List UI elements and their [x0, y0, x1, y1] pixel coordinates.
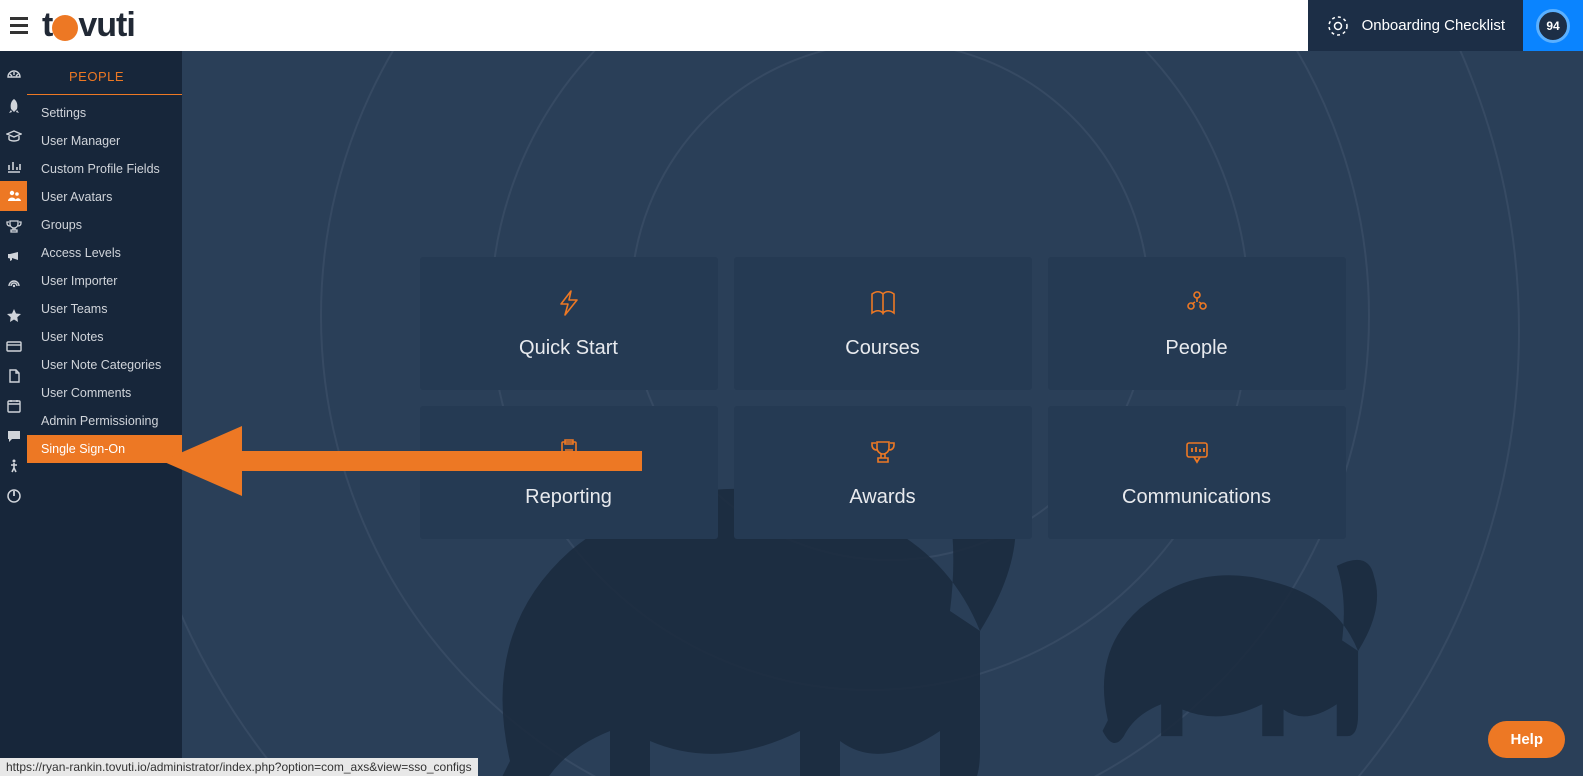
score-button[interactable]: 94 [1523, 0, 1583, 51]
sidebar: PEOPLE Settings User Manager Custom Profil… [27, 51, 182, 776]
topbar: t vuti Onboarding Checklist 94 [0, 0, 1583, 51]
card-label: Reporting [525, 486, 612, 509]
sidebar-item-label: User Teams [41, 302, 107, 316]
gear-outline-icon [1326, 14, 1350, 38]
card-people[interactable]: People [1048, 257, 1346, 390]
main-area: PEOPLE Settings User Manager Custom Profil… [0, 51, 1583, 776]
sidebar-item-user-notes[interactable]: User Notes [27, 323, 182, 351]
sidebar-item-label: User Comments [41, 386, 131, 400]
sidebar-item-label: User Avatars [41, 190, 112, 204]
logo-text-right: vuti [78, 6, 134, 45]
megaphone-icon[interactable] [0, 241, 27, 271]
calendar-icon[interactable] [0, 391, 27, 421]
sidebar-item-user-note-categories[interactable]: User Note Categories [27, 351, 182, 379]
sidebar-item-user-importer[interactable]: User Importer [27, 267, 182, 295]
sidebar-item-label: User Note Categories [41, 358, 161, 372]
menu-toggle-icon[interactable] [10, 13, 36, 39]
dashboard-icon[interactable] [0, 61, 27, 91]
sidebar-item-user-manager[interactable]: User Manager [27, 127, 182, 155]
sidebar-item-label: Settings [41, 106, 86, 120]
accessibility-icon[interactable] [0, 451, 27, 481]
card-label: Communications [1122, 486, 1271, 509]
sidebar-item-custom-profile-fields[interactable]: Custom Profile Fields [27, 155, 182, 183]
score-value: 94 [1536, 9, 1570, 43]
sidebar-item-admin-permissioning[interactable]: Admin Permissioning [27, 407, 182, 435]
star-icon[interactable] [0, 301, 27, 331]
content: Quick Start Courses People Reporting Awards C… [182, 51, 1583, 776]
onboarding-checklist-button[interactable]: Onboarding Checklist [1308, 0, 1523, 51]
sidebar-item-label: User Importer [41, 274, 117, 288]
logo[interactable]: t vuti [42, 6, 135, 45]
power-icon[interactable] [0, 481, 27, 511]
book-icon [868, 288, 898, 323]
chat-icon [1182, 437, 1212, 472]
file-icon[interactable] [0, 361, 27, 391]
card-icon[interactable] [0, 331, 27, 361]
chat-icon[interactable] [0, 421, 27, 451]
graduation-icon[interactable] [0, 121, 27, 151]
icon-rail [0, 51, 27, 776]
sidebar-title: PEOPLE [27, 61, 182, 95]
logo-globe-icon [52, 15, 78, 41]
status-bar-url: https://ryan-rankin.tovuti.io/administra… [0, 758, 478, 776]
sidebar-item-user-avatars[interactable]: User Avatars [27, 183, 182, 211]
card-quick-start[interactable]: Quick Start [420, 257, 718, 390]
people-icon[interactable] [0, 181, 27, 211]
sidebar-item-label: User Notes [41, 330, 104, 344]
sidebar-item-user-teams[interactable]: User Teams [27, 295, 182, 323]
sidebar-item-label: Single Sign-On [41, 442, 125, 456]
sidebar-item-single-sign-on[interactable]: Single Sign-On [27, 435, 182, 463]
sidebar-item-user-comments[interactable]: User Comments [27, 379, 182, 407]
sidebar-item-settings[interactable]: Settings [27, 99, 182, 127]
sidebar-item-label: Admin Permissioning [41, 414, 158, 428]
clipboard-icon [554, 437, 584, 472]
trophy-icon [868, 437, 898, 472]
people-icon [1182, 288, 1212, 323]
sidebar-item-label: Access Levels [41, 246, 121, 260]
logo-text-left: t [42, 6, 52, 45]
card-reporting[interactable]: Reporting [420, 406, 718, 539]
bolt-icon [554, 288, 584, 323]
chart-icon[interactable] [0, 151, 27, 181]
sidebar-item-label: Custom Profile Fields [41, 162, 160, 176]
sidebar-item-access-levels[interactable]: Access Levels [27, 239, 182, 267]
help-button[interactable]: Help [1488, 721, 1565, 758]
card-grid: Quick Start Courses People Reporting Awards C… [420, 257, 1346, 539]
card-courses[interactable]: Courses [734, 257, 1032, 390]
sidebar-item-groups[interactable]: Groups [27, 211, 182, 239]
trophy-icon[interactable] [0, 211, 27, 241]
sidebar-item-label: Groups [41, 218, 82, 232]
card-label: Quick Start [519, 337, 618, 360]
card-awards[interactable]: Awards [734, 406, 1032, 539]
card-label: People [1165, 337, 1227, 360]
rocket-icon[interactable] [0, 91, 27, 121]
sidebar-item-label: User Manager [41, 134, 120, 148]
card-communications[interactable]: Communications [1048, 406, 1346, 539]
onboarding-label: Onboarding Checklist [1362, 17, 1505, 34]
card-label: Courses [845, 337, 919, 360]
card-label: Awards [849, 486, 915, 509]
signal-icon[interactable] [0, 271, 27, 301]
